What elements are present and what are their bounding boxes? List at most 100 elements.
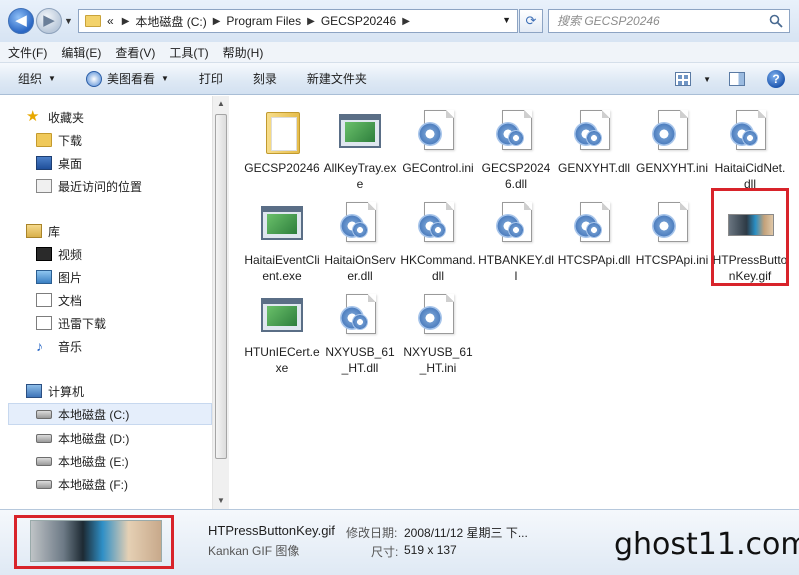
file-name: GENXYHT.ini xyxy=(635,161,709,175)
nav-drive-e[interactable]: 本地磁盘 (E:) xyxy=(36,450,129,472)
nav-drive-c[interactable]: 本地磁盘 (C:) xyxy=(8,403,212,425)
help-icon[interactable]: ? xyxy=(767,70,785,88)
file-item[interactable]: HTCSPApi.ini xyxy=(634,194,710,286)
star-icon: ★ xyxy=(26,108,40,125)
open-with-button[interactable]: 美图看看 ▼ xyxy=(85,70,169,87)
crumb-separator: ▶ xyxy=(402,15,410,27)
file-name: HTBANKEY.dll xyxy=(478,253,554,283)
navigation-pane: ★ 收藏夹 下载 桌面 最近访问的位置 库 视频 图片 文档 迅雷下载 ♪ 音乐… xyxy=(0,96,214,509)
nav-label: 本地磁盘 (D:) xyxy=(58,431,130,446)
nav-label: 最近访问的位置 xyxy=(58,179,143,194)
view-options-dropdown[interactable]: ▼ xyxy=(703,75,711,84)
file-name: HTCSPApi.ini xyxy=(635,253,709,267)
file-name: GENXYHT.dll xyxy=(557,161,631,175)
change-view-icon[interactable] xyxy=(675,72,692,86)
settings-file-icon xyxy=(414,108,462,158)
breadcrumb-gecsp20246[interactable]: GECSP20246 xyxy=(321,14,396,28)
chevron-down-icon: ▼ xyxy=(160,74,169,83)
file-item[interactable]: GEControl.ini xyxy=(400,102,476,194)
details-file-name: HTPressButtonKey.gif xyxy=(208,523,335,538)
file-item[interactable]: NXYUSB_61_HT.dll xyxy=(322,286,398,378)
menu-edit[interactable]: 编辑(E) xyxy=(61,44,101,61)
file-name: HaitaiEventClient.exe xyxy=(244,253,320,283)
file-item[interactable]: GECSP20246.dll xyxy=(478,102,554,194)
nav-music[interactable]: ♪ 音乐 xyxy=(36,335,82,357)
nav-drive-f[interactable]: 本地磁盘 (F:) xyxy=(36,473,128,495)
breadcrumb-drive-c[interactable]: 本地磁盘 (C:) xyxy=(135,13,206,30)
nav-label: 计算机 xyxy=(48,384,85,399)
exe-icon xyxy=(336,108,384,158)
menu-view[interactable]: 查看(V) xyxy=(115,44,155,61)
menu-bar: 文件(F) 编辑(E) 查看(V) 工具(T) 帮助(H) xyxy=(0,42,799,63)
nav-computer[interactable]: 计算机 xyxy=(26,380,84,402)
file-item[interactable]: AllKeyTray.exe xyxy=(322,102,398,194)
nav-documents[interactable]: 文档 xyxy=(36,289,82,311)
recent-pages-dropdown[interactable]: ▼ xyxy=(64,16,73,26)
scroll-thumb[interactable] xyxy=(215,114,227,459)
breadcrumb-overflow[interactable]: « xyxy=(107,14,114,28)
breadcrumb-program-files[interactable]: Program Files xyxy=(226,14,301,28)
nav-pictures[interactable]: 图片 xyxy=(36,266,82,288)
music-icon: ♪ xyxy=(36,338,43,354)
print-label: 打印 xyxy=(198,72,223,86)
file-item[interactable]: GENXYHT.ini xyxy=(634,102,710,194)
menu-tools[interactable]: 工具(T) xyxy=(169,44,208,61)
drive-icon xyxy=(36,479,52,489)
open-with-label: 美图看看 xyxy=(106,72,155,86)
nav-label: 桌面 xyxy=(58,156,83,171)
nav-desktop[interactable]: 桌面 xyxy=(36,152,82,174)
nav-recent[interactable]: 最近访问的位置 xyxy=(36,175,142,197)
menu-help[interactable]: 帮助(H) xyxy=(223,44,264,61)
search-box[interactable] xyxy=(548,9,790,33)
file-item[interactable]: HaitaiCidNet.dll xyxy=(712,102,788,194)
exe-icon xyxy=(258,200,306,250)
menu-file[interactable]: 文件(F) xyxy=(8,44,47,61)
highlight-box xyxy=(14,515,174,569)
refresh-icon: ⟳ xyxy=(525,13,537,28)
file-item[interactable]: NXYUSB_61_HT.ini xyxy=(400,286,476,378)
file-item[interactable]: GECSP20246 xyxy=(244,102,320,194)
print-button[interactable]: 打印 xyxy=(199,70,223,87)
drive-icon xyxy=(36,409,52,419)
file-item[interactable]: HKCommand.dll xyxy=(400,194,476,286)
file-name: HTUnIECert.exe xyxy=(244,345,320,375)
folder-icon xyxy=(258,108,306,158)
organize-button[interactable]: 组织 ▼ xyxy=(18,70,56,87)
nav-label: 本地磁盘 (F:) xyxy=(58,477,128,492)
address-bar: ◀ ▶ ▼ « ▶ 本地磁盘 (C:) ▶ Program Files ▶ GE… xyxy=(0,0,799,42)
back-button[interactable]: ◀ xyxy=(8,8,34,34)
documents-icon xyxy=(36,293,52,307)
new-folder-button[interactable]: 新建文件夹 xyxy=(307,70,367,87)
nav-videos[interactable]: 视频 xyxy=(36,243,82,265)
file-item[interactable]: GENXYHT.dll xyxy=(556,102,632,194)
pictures-icon xyxy=(36,270,52,284)
dll-file-icon xyxy=(726,108,774,158)
nav-favorites[interactable]: ★ 收藏夹 xyxy=(26,106,84,128)
nav-thunder-downloads[interactable]: 迅雷下载 xyxy=(36,312,106,334)
desktop-icon xyxy=(36,156,52,170)
address-input[interactable]: « ▶ 本地磁盘 (C:) ▶ Program Files ▶ GECSP202… xyxy=(78,9,518,33)
nav-drive-d[interactable]: 本地磁盘 (D:) xyxy=(36,427,129,449)
scroll-down-icon[interactable]: ▼ xyxy=(213,493,229,509)
nav-scrollbar[interactable]: ▲ ▼ xyxy=(212,96,229,509)
forward-button[interactable]: ▶ xyxy=(36,8,62,34)
refresh-button[interactable]: ⟳ xyxy=(519,9,543,33)
address-dropdown[interactable]: ▼ xyxy=(502,15,511,25)
file-item[interactable]: HaitaiOnServer.dll xyxy=(322,194,398,286)
dll-file-icon xyxy=(570,200,618,250)
nav-downloads[interactable]: 下载 xyxy=(36,129,82,151)
file-item[interactable]: HTCSPApi.dll xyxy=(556,194,632,286)
scroll-up-icon[interactable]: ▲ xyxy=(213,96,229,112)
nav-libraries[interactable]: 库 xyxy=(26,220,60,242)
file-name: AllKeyTray.exe xyxy=(323,161,397,191)
dll-file-icon xyxy=(492,108,540,158)
search-icon[interactable] xyxy=(769,14,783,28)
preview-pane-icon[interactable] xyxy=(729,72,745,86)
file-item[interactable]: HTBANKEY.dll xyxy=(478,194,554,286)
burn-button[interactable]: 刻录 xyxy=(253,70,277,87)
file-name: GECSP20246.dll xyxy=(481,161,551,191)
search-input[interactable] xyxy=(557,14,757,28)
file-item[interactable]: HaitaiEventClient.exe xyxy=(244,194,320,286)
details-file-type: Kankan GIF 图像 xyxy=(208,544,300,558)
file-item[interactable]: HTUnIECert.exe xyxy=(244,286,320,378)
